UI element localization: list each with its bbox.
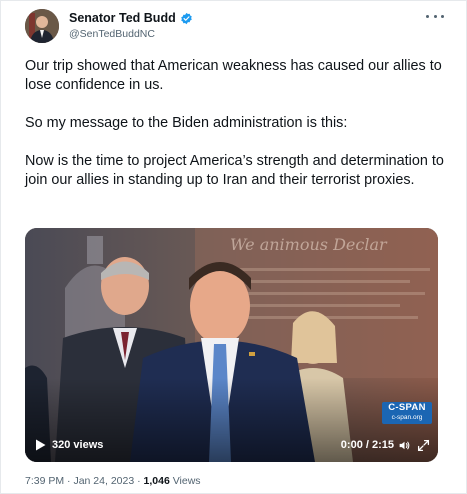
tweet-paragraph: Our trip showed that American weakness h… [25,58,442,93]
expand-icon[interactable] [417,439,430,452]
tweet-header: Senator Ted Budd @SenTedBuddNC [25,9,446,45]
tweet-views-word: Views [169,475,201,487]
play-icon[interactable] [35,439,46,451]
tweet-paragraph: So my message to the Biden administratio… [25,115,348,131]
author-names: Senator Ted Budd @SenTedBuddNC [69,11,193,40]
tweet-date[interactable]: Jan 24, 2023 [73,475,134,487]
verified-badge-icon [180,12,193,25]
meta-separator: · [134,475,144,487]
tweet-text: Our trip showed that American weakness h… [25,57,445,190]
cspan-watermark: C-SPAN c-span.org [382,402,432,424]
cspan-url-text: c-span.org [391,414,423,421]
cspan-logo-text: C-SPAN [388,402,426,413]
video-player[interactable]: We animous Declar C-SPAN c-span.org 320 … [25,228,438,462]
avatar[interactable] [25,9,59,43]
more-options-icon[interactable] [426,11,444,21]
author-display-name[interactable]: Senator Ted Budd [69,11,176,25]
tweet-card[interactable]: Senator Ted Budd @SenTedBuddNC Our trip … [0,0,467,494]
volume-icon[interactable] [398,439,411,452]
svg-text:We animous Declar: We animous Declar [230,235,388,254]
tweet-views-count: 1,046 [143,475,170,487]
video-frame: We animous Declar [25,228,438,462]
video-time-label: 0:00 / 2:15 [340,439,394,451]
tweet-paragraph: Now is the time to project America’s str… [25,153,444,188]
author-handle[interactable]: @SenTedBuddNC [69,28,193,40]
video-views-overlay: 320 views [35,439,103,451]
tweet-meta: 7:39 PM · Jan 24, 2023 · 1,046 Views [25,475,201,487]
tweet-time[interactable]: 7:39 PM [25,475,64,487]
video-views-label: 320 views [52,439,104,451]
